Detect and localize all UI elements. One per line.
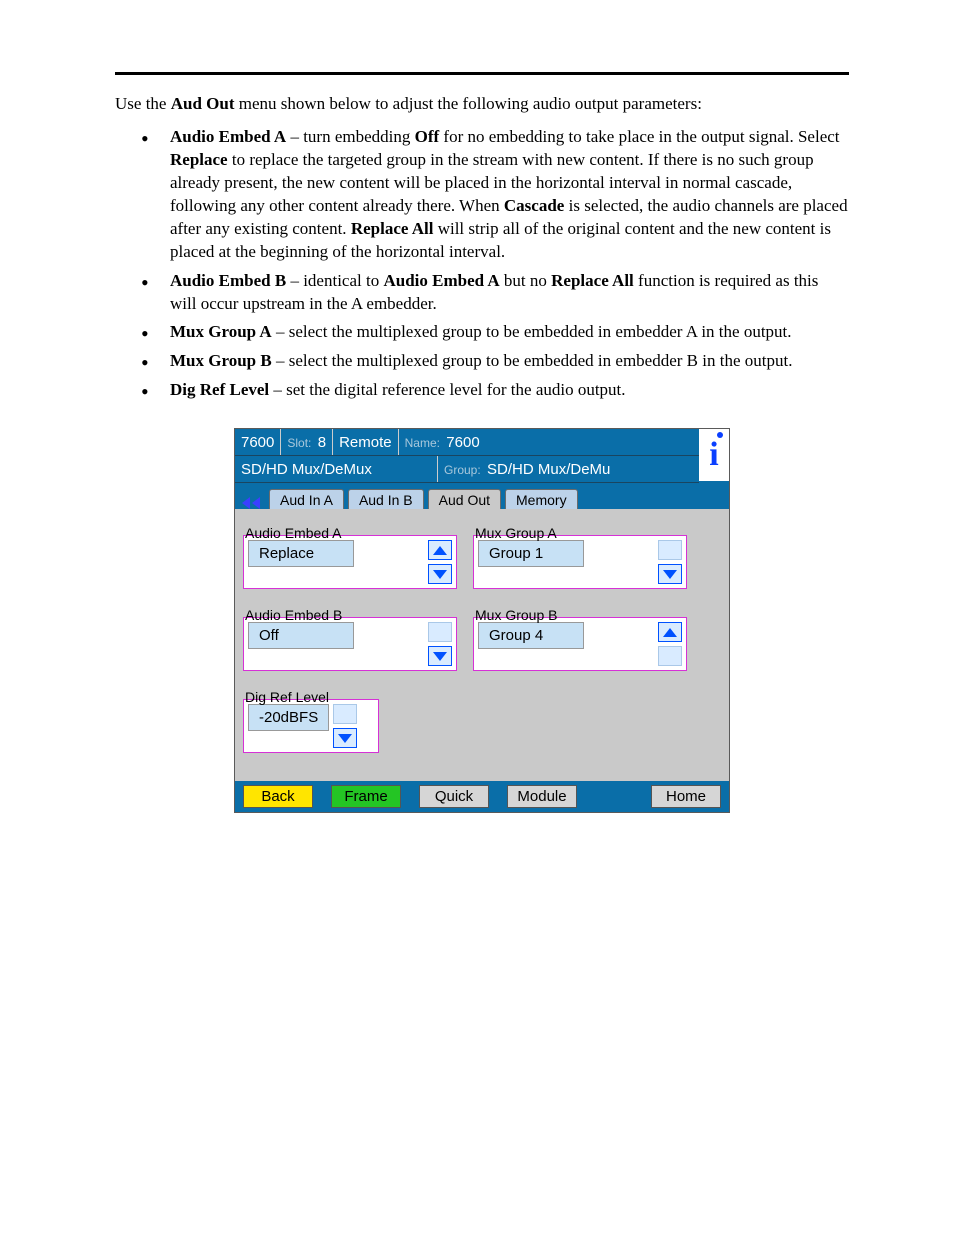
slot-value: 8 [318,434,326,451]
dig-ref-level-field: -20dBFS [243,699,379,753]
bullet-item: Audio Embed A – turn embedding Off for n… [115,126,849,264]
dig-ref-level-down[interactable] [333,728,357,748]
tab-aud-out[interactable]: Aud Out [428,489,501,509]
group-value: SD/HD Mux/DeMu [487,461,610,478]
triangle-down-icon [338,734,352,743]
triangle-down-icon [433,570,447,579]
bullet-item: Dig Ref Level – set the digital referenc… [115,379,849,402]
dig-ref-level-up[interactable] [333,704,357,724]
mux-group-a-field: Group 1 [473,535,687,589]
audio-embed-b-down[interactable] [428,646,452,666]
mux-group-b-up[interactable] [658,622,682,642]
info-icon: i [709,438,718,472]
intro-text: Use the Aud Out menu shown below to adju… [115,93,849,116]
tabs-scroll-left[interactable] [235,497,267,509]
audio-embed-b-label: Audio Embed B [245,607,459,623]
module-button[interactable]: Module [507,785,577,808]
tab-memory[interactable]: Memory [505,489,578,509]
audio-embed-a-down[interactable] [428,564,452,584]
back-button[interactable]: Back [243,785,313,808]
mux-group-a-value: Group 1 [478,540,584,567]
home-button[interactable]: Home [651,785,721,808]
audio-embed-a-up[interactable] [428,540,452,560]
audio-embed-b-value: Off [248,622,354,649]
mux-group-a-down[interactable] [658,564,682,584]
name-value: 7600 [446,434,479,451]
mux-group-a-up[interactable] [658,540,682,560]
info-button[interactable]: i [699,429,729,481]
audio-embed-b-field: Off [243,617,457,671]
remote-label: Remote [339,434,392,451]
audio-embed-b-up[interactable] [428,622,452,642]
audio-embed-a-label: Audio Embed A [245,525,459,541]
chevron-left-icon [242,497,250,509]
mux-group-b-label: Mux Group B [475,607,689,623]
mux-group-b-down[interactable] [658,646,682,666]
dig-ref-level-value: -20dBFS [248,704,329,731]
bullet-item: Mux Group B – select the multiplexed gro… [115,350,849,373]
device-panel: 7600 Slot: 8 Remote Name: 7600 SD/HD Mux… [234,428,730,813]
tab-aud-in-b[interactable]: Aud In B [348,489,424,509]
triangle-down-icon [663,570,677,579]
frame-button[interactable]: Frame [331,785,401,808]
dig-ref-level-label: Dig Ref Level [245,689,381,705]
mux-group-a-label: Mux Group A [475,525,689,541]
name-label: Name: [405,436,447,450]
chevron-left-icon [252,497,260,509]
quick-button[interactable]: Quick [419,785,489,808]
group-label: Group: [444,463,487,477]
tab-bar: Aud In A Aud In B Aud Out Memory [235,483,729,509]
module-name: SD/HD Mux/DeMux [241,461,372,478]
tab-aud-in-a[interactable]: Aud In A [269,489,344,509]
info-dot-icon [717,432,723,438]
device-id: 7600 [241,434,274,451]
triangle-up-icon [433,546,447,555]
bullet-item: Mux Group A – select the multiplexed gro… [115,321,849,344]
triangle-up-icon [663,628,677,637]
audio-embed-a-value: Replace [248,540,354,567]
mux-group-b-value: Group 4 [478,622,584,649]
slot-label: Slot: [287,436,317,450]
audio-embed-a-field: Replace [243,535,457,589]
bullet-item: Audio Embed B – identical to Audio Embed… [115,270,849,316]
mux-group-b-field: Group 4 [473,617,687,671]
triangle-down-icon [433,652,447,661]
bullet-list: Audio Embed A – turn embedding Off for n… [115,126,849,402]
